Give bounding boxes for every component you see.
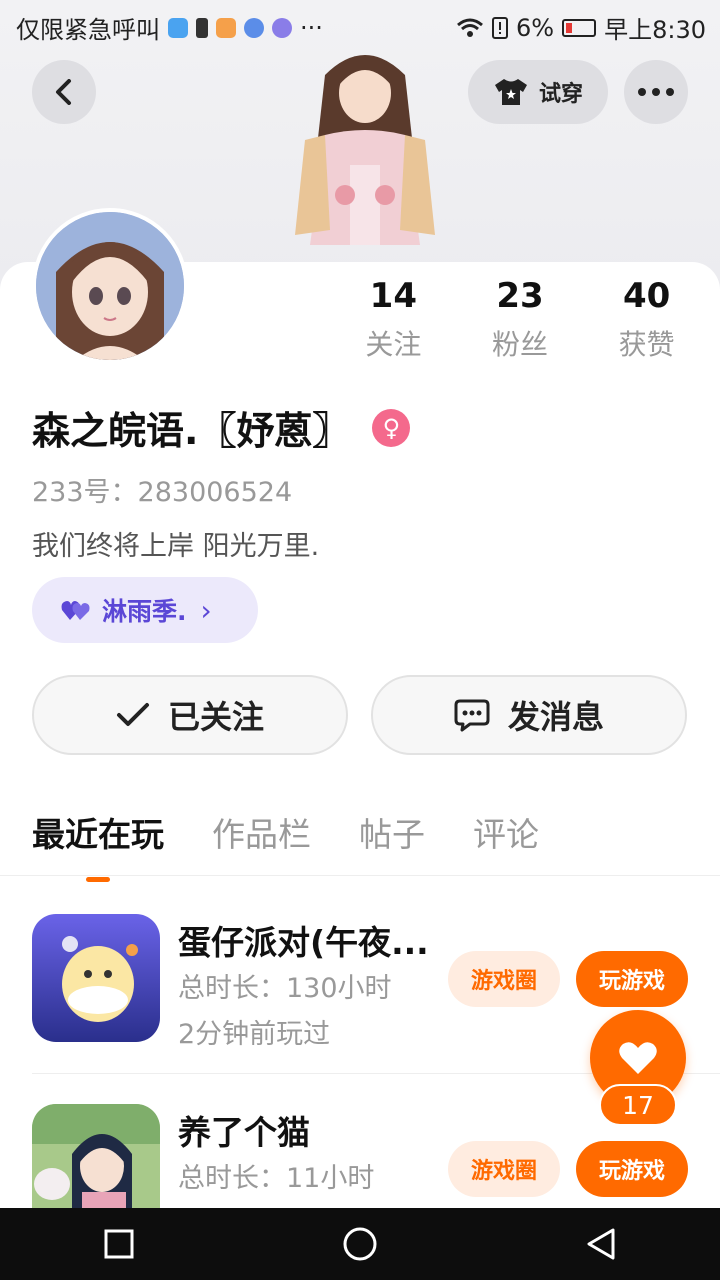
try-on-button[interactable]: 试穿 [468,60,608,124]
game-circle-button[interactable]: 游戏圈 [448,951,560,1007]
female-icon: ♀ [372,408,411,447]
chevron-left-icon [56,79,71,105]
notification-sim-icon [196,17,208,38]
try-on-label: 试穿 [538,82,583,107]
game-last-played: 2分钟前玩过 [178,1019,331,1050]
profile-tabs: 最近在玩 作品栏 帖子 评论 [32,808,539,882]
notification-shield-icon [168,17,188,38]
wifi-icon [457,18,483,37]
more-options-button[interactable] [624,60,688,124]
play-game-button[interactable]: 玩游戏 [576,951,688,1007]
tabs-divider [0,875,720,876]
sim-alert-icon [492,16,509,39]
game-icon-eggy-party [32,914,160,1042]
chevron-right-icon: › [200,593,212,627]
carrier-text: 仅限紧急呼叫 [16,16,160,44]
followers-stat[interactable]: 23 粉丝 [457,275,584,363]
recent-apps-icon[interactable] [103,1228,135,1260]
following-count: 14 [369,276,417,316]
double-heart-icon [61,601,90,620]
play-game-button[interactable]: 玩游戏 [576,1141,688,1197]
battery-percent: 6% [516,13,555,42]
send-message-button[interactable]: 发消息 [371,675,687,755]
system-nav-bar [0,1208,720,1280]
back-button[interactable] [32,60,96,124]
home-icon[interactable] [342,1226,378,1262]
followed-button[interactable]: 已关注 [32,675,348,755]
notification-more-icon: ··· [300,13,323,42]
like-count: 17 [599,1084,677,1126]
clock: 早上8:30 [604,16,706,44]
tab-recently-played[interactable]: 最近在玩 [32,808,164,882]
likes-label: 获赞 [618,328,675,361]
profile-stats: 14 关注 23 粉丝 40 获赞 [330,275,710,363]
followers-label: 粉丝 [492,328,549,361]
battery-icon [562,18,597,37]
following-label: 关注 [365,328,422,361]
profile-tag[interactable]: 淋雨季. › [32,577,258,643]
avatar[interactable] [32,208,188,364]
likes-stat[interactable]: 40 获赞 [583,275,710,363]
notification-play-icon [216,17,236,38]
notification-music-icon [272,17,292,38]
game-circle-button[interactable]: 游戏圈 [448,1141,560,1197]
tab-posts[interactable]: 帖子 [359,808,425,874]
status-bar: 仅限紧急呼叫 ··· 6% 早上8:30 [0,0,720,50]
followers-count: 23 [496,276,544,316]
avatar-3d-figure [285,45,445,265]
chat-bubble-icon [454,699,490,732]
tab-works[interactable]: 作品栏 [212,808,311,874]
game-name: 蛋仔派对(午夜... [178,923,429,962]
game-duration: 总时长：130小时 [178,973,392,1004]
following-stat[interactable]: 14 关注 [330,275,457,363]
heart-icon [619,1042,657,1074]
more-dots-icon [638,88,674,96]
tab-comments[interactable]: 评论 [473,808,539,874]
send-message-label: 发消息 [507,698,604,736]
tag-label: 淋雨季. [102,597,187,626]
likes-count: 40 [623,276,671,316]
game-duration: 总时长：11小时 [178,1163,375,1194]
game-name: 养了个猫 [178,1113,310,1152]
back-triangle-icon[interactable] [585,1227,617,1261]
checkmark-icon [116,703,149,726]
game-icon-cat [32,1104,160,1208]
name-row: 森之皖语.〖妤蒽〗 ♀ [32,400,411,455]
profile-name: 森之皖语.〖妤蒽〗 [32,409,351,453]
tshirt-icon [494,79,527,105]
bio: 我们终将上岸 阳光万里. [32,531,320,562]
user-id: 233号：283006524 [32,477,293,508]
notification-browser-icon [244,17,264,38]
followed-label: 已关注 [167,698,264,736]
